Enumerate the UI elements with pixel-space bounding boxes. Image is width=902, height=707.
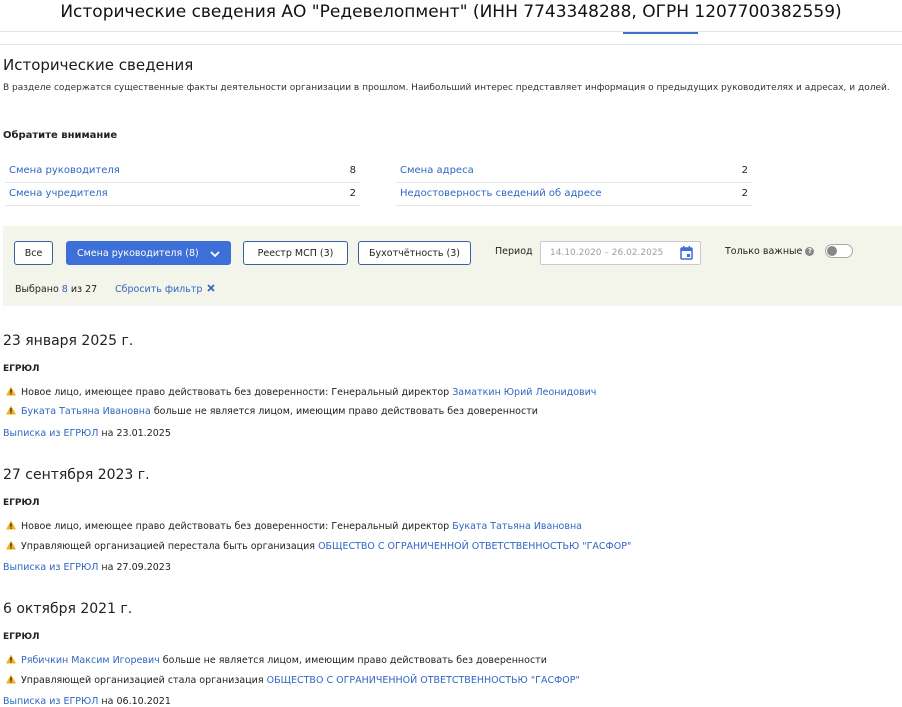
event-line: Новое лицо, имеющее право действовать бе… xyxy=(5,520,582,532)
extract-date: на 27.09.2023 xyxy=(101,562,171,573)
period-date-value: 14.10.2020 – 26.02.2025 xyxy=(550,248,664,258)
summary-left-column: Смена руководителя 8 Смена учредителя 2 xyxy=(5,160,360,206)
event-line-text: больше не является лицом, имеющим право … xyxy=(162,655,547,666)
warning-icon xyxy=(6,520,16,530)
organization-link[interactable]: ОБЩЕСТВО С ОГРАНИЧЕННОЙ ОТВЕТСТВЕННОСТЬЮ… xyxy=(267,675,580,686)
reset-filter-label: Сбросить фильтр xyxy=(115,284,203,295)
organization-link[interactable]: ОБЩЕСТВО С ОГРАНИЧЕННОЙ ОТВЕТСТВЕННОСТЬЮ… xyxy=(318,541,631,552)
filter-director-dropdown[interactable]: Смена руководителя (8) xyxy=(66,241,231,265)
event-source: ЕГРЮЛ xyxy=(3,498,40,508)
event-line: Управляющей организацией перестала быть … xyxy=(5,540,631,552)
warning-icon xyxy=(6,405,16,415)
event-line: Буката Татьяна Ивановна больше не являет… xyxy=(5,405,538,417)
extract-line: Выписка из ЕГРЮЛ на 27.09.2023 xyxy=(3,562,171,573)
filter-director-label: Смена руководителя (8) xyxy=(77,248,199,259)
event-line: Новое лицо, имеющее право действовать бе… xyxy=(5,386,596,398)
egrul-extract-link[interactable]: Выписка из ЕГРЮЛ xyxy=(3,696,98,707)
only-important-label: Только важные? xyxy=(725,246,815,257)
extract-date: на 06.10.2021 xyxy=(101,696,171,707)
warning-icon xyxy=(6,674,16,684)
section-title: Исторические сведения xyxy=(3,56,194,74)
window-title: Исторические сведения АО "Редевелопмент"… xyxy=(60,2,842,22)
summary-count: 2 xyxy=(349,188,356,199)
selected-prefix: Выбрано xyxy=(15,284,59,295)
only-important-text: Только важные xyxy=(725,246,803,257)
attention-title: Обратите внимание xyxy=(3,130,118,141)
close-icon xyxy=(207,284,216,292)
event-date: 27 сентября 2023 г. xyxy=(3,467,150,483)
summary-row-founder-change: Смена учредителя 2 xyxy=(5,183,360,206)
event-source: ЕГРЮЛ xyxy=(3,632,40,642)
summary-link-founder-change[interactable]: Смена учредителя xyxy=(9,183,108,205)
summary-row-address-change: Смена адреса 2 xyxy=(396,160,752,183)
toggle-knob xyxy=(827,246,837,256)
selected-suffix: из 27 xyxy=(70,284,98,295)
egrul-extract-link[interactable]: Выписка из ЕГРЮЛ xyxy=(3,562,98,573)
active-tab-indicator xyxy=(623,32,698,34)
header-divider xyxy=(0,44,902,45)
chevron-down-icon xyxy=(210,251,220,258)
summary-count: 2 xyxy=(741,165,748,176)
event-source: ЕГРЮЛ xyxy=(3,364,40,374)
only-important-toggle[interactable] xyxy=(825,244,853,258)
filter-accounting-button[interactable]: Бухотчётность (3) xyxy=(358,241,471,265)
event-line-text: Новое лицо, имеющее право действовать бе… xyxy=(21,521,450,532)
period-date-input[interactable]: 14.10.2020 – 26.02.2025 xyxy=(540,241,701,265)
summary-link-address-unreliable[interactable]: Недостоверность сведений об адресе xyxy=(400,183,602,205)
filter-msp-button[interactable]: Реестр МСП (3) xyxy=(243,241,348,265)
summary-link-address-change[interactable]: Смена адреса xyxy=(400,160,474,182)
person-link[interactable]: Заматкин Юрий Леонидович xyxy=(452,387,596,398)
help-icon[interactable]: ? xyxy=(805,247,815,256)
event-line-text: Управляющей организацией стала организац… xyxy=(21,675,264,686)
extract-date: на 23.01.2025 xyxy=(101,428,171,439)
summary-row-address-unreliable: Недостоверность сведений об адресе 2 xyxy=(396,183,752,206)
top-divider xyxy=(0,31,902,32)
period-label: Период xyxy=(495,246,533,257)
warning-icon xyxy=(6,540,16,550)
section-description: В разделе содержатся существенные факты … xyxy=(3,83,890,93)
event-line-text: Новое лицо, имеющее право действовать бе… xyxy=(21,387,450,398)
event-line: Управляющей организацией стала организац… xyxy=(5,674,580,686)
selected-count: 8 xyxy=(61,284,68,295)
summary-link-director-change[interactable]: Смена руководителя xyxy=(9,160,120,182)
warning-icon xyxy=(6,386,16,396)
person-link[interactable]: Буката Татьяна Ивановна xyxy=(21,406,151,417)
egrul-extract-link[interactable]: Выписка из ЕГРЮЛ xyxy=(3,428,98,439)
filter-panel: Все Смена руководителя (8) Реестр МСП (3… xyxy=(3,226,902,306)
selected-count-info: Выбрано 8 из 27 xyxy=(15,284,97,295)
summary-right-column: Смена адреса 2 Недостоверность сведений … xyxy=(396,160,752,206)
event-line: Рябичкин Максим Игоревич больше не являе… xyxy=(5,654,547,666)
extract-line: Выписка из ЕГРЮЛ на 06.10.2021 xyxy=(3,696,171,707)
event-date: 23 января 2025 г. xyxy=(3,333,134,349)
person-link[interactable]: Рябичкин Максим Игоревич xyxy=(21,655,160,666)
reset-filter-link[interactable]: Сбросить фильтр xyxy=(115,284,216,295)
event-line-text: Управляющей организацией перестала быть … xyxy=(21,541,316,552)
person-link[interactable]: Буката Татьяна Ивановна xyxy=(452,521,582,532)
summary-row-director-change: Смена руководителя 8 xyxy=(5,160,360,183)
warning-icon xyxy=(6,654,16,664)
extract-line: Выписка из ЕГРЮЛ на 23.01.2025 xyxy=(3,428,171,439)
event-date: 6 октября 2021 г. xyxy=(3,601,133,617)
calendar-icon[interactable] xyxy=(680,246,693,260)
summary-count: 8 xyxy=(349,165,356,176)
filter-all-button[interactable]: Все xyxy=(14,241,53,265)
event-line-text: больше не является лицом, имеющим право … xyxy=(153,406,538,417)
summary-count: 2 xyxy=(741,188,748,199)
